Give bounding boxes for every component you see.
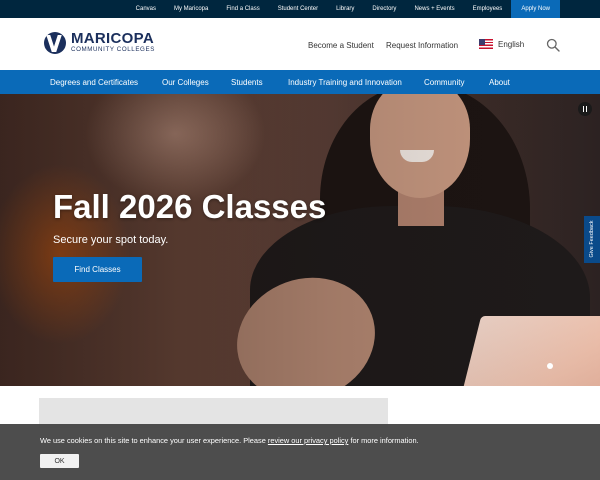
maricopa-logo[interactable]: MARICOPA COMMUNITY COLLEGES [44,31,155,54]
nav-about[interactable]: About [489,70,510,94]
main-nav: Degrees and Certificates Our Colleges St… [0,70,600,94]
cookie-text-before: We use cookies on this site to enhance y… [40,436,268,445]
utility-bar: Canvas My Maricopa Find a Class Student … [0,0,600,18]
utility-link-find-a-class[interactable]: Find a Class [217,0,268,18]
site-header: MARICOPA COMMUNITY COLLEGES Become a Stu… [0,18,600,70]
nav-our-colleges[interactable]: Our Colleges [162,70,209,94]
page: Canvas My Maricopa Find a Class Student … [0,0,600,480]
utility-link-library[interactable]: Library [327,0,363,18]
hero-subtitle: Secure your spot today. [53,234,169,246]
utility-link-my-maricopa[interactable]: My Maricopa [165,0,217,18]
become-a-student-link[interactable]: Become a Student [308,41,374,50]
language-label: English [498,39,525,49]
logo-text: MARICOPA COMMUNITY COLLEGES [71,31,155,54]
cookie-message: We use cookies on this site to enhance y… [40,436,419,445]
apply-now-button[interactable]: Apply Now [511,0,560,18]
cookie-ok-button[interactable]: OK [40,454,79,468]
nav-community[interactable]: Community [424,70,464,94]
utility-link-directory[interactable]: Directory [363,0,405,18]
give-feedback-tab[interactable]: Give Feedback [584,216,600,263]
search-icon [546,38,560,52]
nav-degrees-and-certificates[interactable]: Degrees and Certificates [50,70,138,94]
pause-icon[interactable] [578,102,592,116]
utility-link-canvas[interactable]: Canvas [127,0,165,18]
request-information-link[interactable]: Request Information [386,41,458,50]
cookie-banner: We use cookies on this site to enhance y… [0,424,600,480]
slide-indicator-dot[interactable] [547,363,553,369]
utility-link-student-center[interactable]: Student Center [269,0,327,18]
logo-mark-icon [44,31,66,54]
nav-students[interactable]: Students [231,70,263,94]
hero-title: Fall 2026 Classes [53,188,327,225]
nav-industry-training[interactable]: Industry Training and Innovation [288,70,402,94]
search-button[interactable] [546,38,560,52]
utility-link-employees[interactable]: Employees [464,0,512,18]
logo-subtitle: COMMUNITY COLLEGES [71,46,155,53]
us-flag-icon [479,39,493,49]
privacy-policy-link[interactable]: review our privacy policy [268,436,349,445]
hero-banner: Fall 2026 Classes Secure your spot today… [0,94,600,386]
logo-name: MARICOPA [71,30,154,47]
utility-link-news-events[interactable]: News + Events [405,0,463,18]
cookie-text-after: for more information. [348,436,419,445]
feedback-label: Give Feedback [589,220,595,258]
language-selector[interactable]: English [479,39,524,49]
find-classes-button[interactable]: Find Classes [53,257,142,282]
